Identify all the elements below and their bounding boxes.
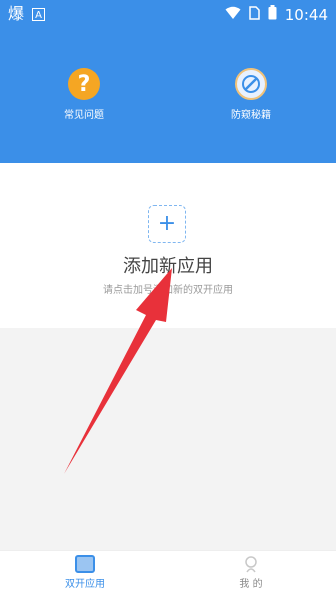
battery-icon: [268, 5, 277, 24]
notification-a-icon: A: [32, 7, 46, 21]
faq-label: 常见问题: [64, 110, 104, 121]
header-panel: 爆 A 10:44 ? 常见问题 防窥秘籍: [0, 0, 336, 163]
plus-icon: +: [157, 211, 177, 236]
app-list-area: [0, 328, 336, 550]
apps-icon: [75, 555, 95, 573]
nav-dual-apps-label: 双开应用: [65, 579, 105, 590]
nav-mine-label: 我 的: [239, 579, 263, 590]
status-bar: 爆 A 10:44: [0, 0, 336, 30]
clock: 10:44: [284, 5, 328, 24]
sim-icon: [249, 5, 260, 24]
anti-peep-label: 防窥秘籍: [231, 110, 271, 121]
add-app-hint: 请点击加号添加新的双开应用: [103, 285, 233, 296]
profile-icon: [241, 555, 261, 573]
question-icon: ?: [68, 68, 100, 100]
faq-button[interactable]: ? 常见问题: [34, 68, 134, 122]
anti-peep-button[interactable]: 防窥秘籍: [201, 68, 301, 122]
shield-icon: [235, 68, 267, 100]
wifi-icon: [225, 6, 241, 24]
bottom-nav: 双开应用 我 的: [0, 550, 336, 600]
app-notification-icon: 爆: [8, 4, 25, 23]
nav-mine[interactable]: 我 的: [206, 555, 296, 591]
add-app-button[interactable]: +: [148, 205, 186, 243]
nav-dual-apps[interactable]: 双开应用: [40, 555, 130, 591]
add-app-title: 添加新应用: [123, 256, 213, 277]
